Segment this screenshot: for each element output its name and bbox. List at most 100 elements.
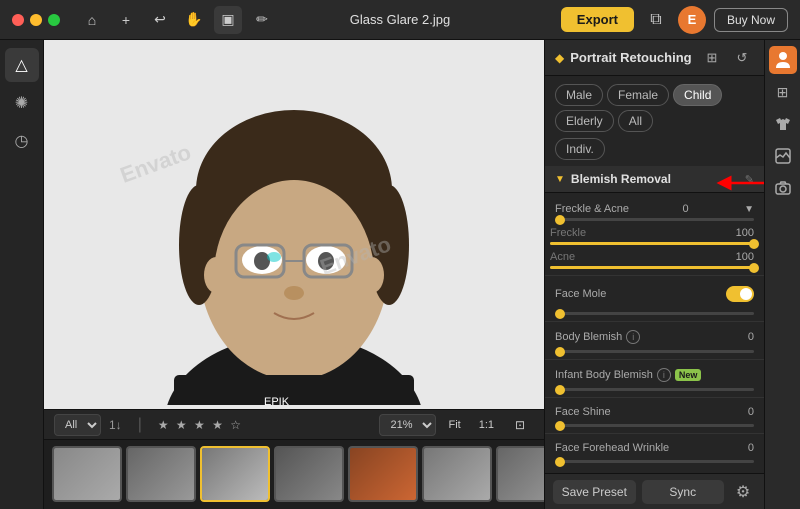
face-mole-slider-row: [545, 308, 764, 317]
grid-mode-icon[interactable]: ⊞: [769, 78, 797, 106]
acne-thumb[interactable]: [749, 263, 759, 273]
filter-select[interactable]: All: [54, 414, 101, 436]
count-label: 1↓: [109, 418, 122, 432]
buy-now-button[interactable]: Buy Now: [714, 8, 788, 32]
image-enhance-icon[interactable]: [769, 142, 797, 170]
acne-fill: [550, 266, 754, 269]
thumb-img-5: [350, 448, 416, 500]
traffic-lights: [12, 14, 60, 26]
tab-elderly[interactable]: Elderly: [555, 110, 614, 132]
infant-blemish-thumb[interactable]: [555, 385, 565, 395]
forehead-wrinkle-label: Face Forehead Wrinkle: [555, 442, 669, 454]
thumb-wrapper-3: [200, 446, 270, 502]
tab-female[interactable]: Female: [607, 84, 669, 106]
freckle-slider[interactable]: [550, 242, 754, 245]
freckle-acne-thumb[interactable]: [555, 215, 565, 225]
face-shine-slider-row: [545, 420, 764, 429]
export-button[interactable]: Export: [561, 7, 634, 32]
freckle-row: Freckle 100: [545, 223, 764, 247]
forehead-wrinkle-thumb[interactable]: [555, 457, 565, 467]
effects-icon[interactable]: ✺: [5, 86, 39, 120]
left-sidebar: △ ✺ ◷: [0, 40, 44, 509]
body-blemish-value: 0: [748, 331, 754, 343]
minimize-button[interactable]: [30, 14, 42, 26]
thumb-wrapper-2: [126, 446, 196, 502]
add-button[interactable]: +: [112, 6, 140, 34]
freckle-label: Freckle: [550, 227, 586, 239]
body-blemish-info-icon[interactable]: i: [626, 330, 640, 344]
titlebar: ⌂ + ↩ ✋ ▣ ✏ Glass Glare 2.jpg Export ⧉ E…: [0, 0, 800, 40]
canvas-wrapper: Envato Envato: [44, 40, 544, 509]
expand-panel-button[interactable]: ⊞: [700, 46, 724, 70]
dropdown-arrow-icon[interactable]: ▼: [744, 204, 754, 215]
face-mole-thumb[interactable]: [555, 309, 565, 319]
crop-button[interactable]: ▣: [214, 6, 242, 34]
thumb-img-4: [276, 448, 342, 500]
thumbnail-6[interactable]: [422, 446, 492, 502]
face-shine-label: Face Shine: [555, 406, 611, 418]
tab-male[interactable]: Male: [555, 84, 603, 106]
right-icon-bar: ⊞: [764, 40, 800, 509]
canvas-area[interactable]: Envato Envato: [44, 40, 544, 409]
thumbnail-3[interactable]: [200, 446, 270, 502]
fit-button[interactable]: Fit: [442, 411, 466, 439]
portrait-mode-icon[interactable]: [769, 46, 797, 74]
divider-1: [545, 275, 764, 276]
tab-indiv[interactable]: Indiv.: [555, 138, 605, 160]
zoom-select[interactable]: 21%: [379, 414, 436, 436]
reset-panel-button[interactable]: ↺: [730, 46, 754, 70]
infant-blemish-slider[interactable]: [555, 388, 754, 391]
forehead-wrinkle-value: 0: [748, 442, 754, 454]
section-arrow-icon: ▼: [555, 174, 565, 185]
home-button[interactable]: ⌂: [78, 6, 106, 34]
acne-slider[interactable]: [550, 266, 754, 269]
tab-child[interactable]: Child: [673, 84, 722, 106]
portrait-image: EPIK: [124, 45, 464, 405]
thumbnail-5[interactable]: [348, 446, 418, 502]
history-icon[interactable]: ◷: [5, 124, 39, 158]
infant-blemish-info-icon[interactable]: i: [657, 368, 671, 382]
maximize-button[interactable]: [48, 14, 60, 26]
body-blemish-slider[interactable]: [555, 350, 754, 353]
adjust-icon[interactable]: △: [5, 48, 39, 82]
infant-body-blemish-label: Infant Body Blemish i New: [555, 368, 701, 382]
face-mole-toggle[interactable]: [726, 286, 754, 302]
divider-5: [545, 433, 764, 434]
undo-button[interactable]: ↩: [146, 6, 174, 34]
camera-icon[interactable]: [769, 174, 797, 202]
brush-button[interactable]: ✏: [248, 6, 276, 34]
forehead-wrinkle-slider[interactable]: [555, 460, 754, 463]
section-header-blemish[interactable]: ▼ Blemish Removal ✎: [545, 166, 764, 193]
hand-tool-button[interactable]: ✋: [180, 6, 208, 34]
panel-footer: Save Preset Sync ⚙: [545, 473, 764, 509]
indiv-wrapper: Indiv.: [545, 136, 764, 166]
settings-icon[interactable]: ⚙: [730, 479, 756, 505]
fullscreen-button[interactable]: ⊡: [506, 411, 534, 439]
body-mode-icon[interactable]: [769, 110, 797, 138]
ratio-button[interactable]: 1:1: [473, 411, 500, 439]
tab-all[interactable]: All: [618, 110, 653, 132]
panel-title: Portrait Retouching: [570, 50, 694, 65]
acne-label-row: Acne 100: [550, 251, 754, 263]
acne-label: Acne: [550, 251, 575, 263]
save-preset-button[interactable]: Save Preset: [553, 480, 636, 504]
thumbnail-2[interactable]: [126, 446, 196, 502]
bottom-bar: All 1↓ | ★ ★ ★ ★ ☆ 21% Fit 1:1 ⊡: [44, 409, 544, 509]
share-icon[interactable]: ⧉: [642, 6, 670, 34]
face-shine-value: 0: [748, 406, 754, 418]
sync-button[interactable]: Sync: [642, 480, 725, 504]
face-mole-slider[interactable]: [555, 312, 754, 315]
face-mole-label: Face Mole: [555, 288, 606, 300]
close-button[interactable]: [12, 14, 24, 26]
face-shine-slider[interactable]: [555, 424, 754, 427]
body-blemish-thumb[interactable]: [555, 347, 565, 357]
thumbnail-7[interactable]: [496, 446, 544, 502]
thumbnail-4[interactable]: [274, 446, 344, 502]
freckle-acne-slider[interactable]: [555, 218, 754, 221]
face-shine-thumb[interactable]: [555, 421, 565, 431]
person-icon: [774, 51, 792, 69]
thumbnail-1[interactable]: [52, 446, 122, 502]
face-mole-row: Face Mole: [545, 280, 764, 308]
svg-text:EPIK: EPIK: [264, 396, 290, 405]
freckle-thumb[interactable]: [749, 239, 759, 249]
